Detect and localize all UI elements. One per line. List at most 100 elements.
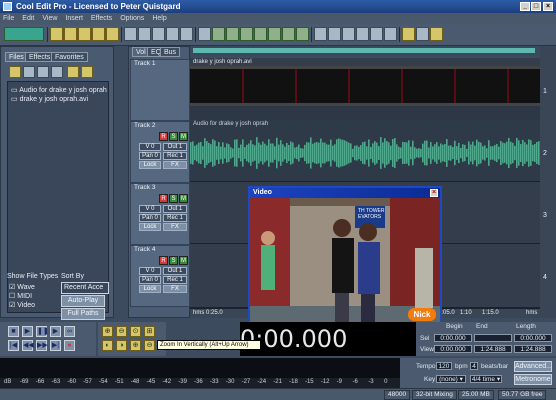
zoom-out-vertical-icon[interactable]: ⊖: [144, 340, 155, 351]
horizontal-scroll-thumb[interactable]: [193, 48, 535, 53]
zoom-right-icon[interactable]: ◑: [116, 340, 127, 351]
stop-icon[interactable]: ■: [8, 326, 19, 337]
zoom-out-horizontal-icon[interactable]: ⊖: [116, 326, 127, 337]
volume-field[interactable]: V 0: [139, 267, 161, 275]
menu-view[interactable]: View: [42, 13, 57, 24]
cue-icon[interactable]: [254, 27, 267, 41]
play-icon[interactable]: ▶: [22, 326, 33, 337]
mode-toggle-button[interactable]: [4, 27, 44, 41]
maximize-button[interactable]: □: [531, 2, 541, 11]
output-field[interactable]: Out 1: [163, 205, 187, 213]
fx-button[interactable]: FX: [163, 285, 187, 293]
go-to-end-icon[interactable]: ▶|: [50, 340, 61, 351]
track-head-4[interactable]: Track 4 R S M V 0 Out 1 Pan 0 Rec 1 Lock…: [130, 245, 190, 307]
group-icon[interactable]: [282, 27, 295, 41]
menu-file[interactable]: File: [3, 13, 14, 24]
time-select-icon[interactable]: [152, 27, 165, 41]
full-paths-button[interactable]: Full Paths: [61, 308, 105, 320]
type-video[interactable]: ☑ Video: [9, 301, 35, 309]
zoom-selection-icon[interactable]: ⊞: [144, 326, 155, 337]
record-icon[interactable]: ●: [64, 340, 75, 351]
volume-field[interactable]: V 0: [139, 205, 161, 213]
eq-icon[interactable]: [370, 27, 383, 41]
settings-icon[interactable]: [416, 27, 429, 41]
zoom-in-vertical-icon[interactable]: ⊕: [130, 340, 141, 351]
mute-button[interactable]: M: [179, 194, 188, 203]
split-icon[interactable]: [296, 27, 309, 41]
record-button[interactable]: R: [159, 256, 168, 265]
volume-field[interactable]: V 0: [139, 143, 161, 151]
edit-file-icon[interactable]: [37, 66, 49, 78]
view-end[interactable]: 1:24.888: [474, 345, 512, 353]
track-props-icon[interactable]: [342, 27, 355, 41]
pause-icon[interactable]: ❚❚: [36, 326, 49, 337]
lock-button[interactable]: Lock: [139, 161, 161, 169]
advanced-button[interactable]: Advanced...: [514, 361, 552, 372]
menu-help[interactable]: Help: [152, 13, 166, 24]
loop-icon[interactable]: [226, 27, 239, 41]
vertical-scrollbar[interactable]: 1 2 3 4: [540, 46, 556, 318]
pan-field[interactable]: Pan 0: [139, 152, 161, 160]
metronome-button[interactable]: Metronome: [514, 374, 552, 385]
save-all-icon[interactable]: [92, 27, 105, 41]
hybrid-tool-icon[interactable]: [166, 27, 179, 41]
list-item[interactable]: ▭ drake y josh oprah.avi: [11, 95, 88, 103]
edit-tool-icon[interactable]: [124, 27, 137, 41]
play-to-end-icon[interactable]: ▶: [50, 326, 61, 337]
record-input-field[interactable]: Rec 1: [163, 214, 187, 222]
snap-icon[interactable]: [212, 27, 225, 41]
type-midi[interactable]: ☐ MIDI: [9, 292, 32, 300]
tab-favorites[interactable]: Favorites: [51, 52, 88, 62]
track-head-3[interactable]: Track 3 R S M V 0 Out 1 Pan 0 Rec 1 Lock…: [130, 183, 190, 245]
solo-button[interactable]: S: [169, 194, 178, 203]
list-item[interactable]: ▭ Audio for drake y josh oprah: [11, 86, 107, 94]
pan-field[interactable]: Pan 0: [139, 276, 161, 284]
close-file-icon[interactable]: [23, 66, 35, 78]
pan-field[interactable]: Pan 0: [139, 214, 161, 222]
mute-button[interactable]: M: [179, 132, 188, 141]
track-lane-2[interactable]: Audio for drake y josh oprah: [190, 120, 540, 182]
tab-effects[interactable]: Effects: [25, 52, 55, 62]
fx-button[interactable]: FX: [163, 223, 187, 231]
envelope-icon[interactable]: [180, 27, 193, 41]
bounce-icon[interactable]: [328, 27, 341, 41]
auto-play-button[interactable]: Auto-Play: [61, 295, 105, 307]
metronome-icon[interactable]: [402, 27, 415, 41]
save-icon[interactable]: [78, 27, 91, 41]
beats-field[interactable]: 4: [470, 362, 478, 370]
wave-props-icon[interactable]: [356, 27, 369, 41]
rewind-icon[interactable]: ◀◀: [22, 340, 34, 351]
mix-icon[interactable]: [198, 27, 211, 41]
menu-insert[interactable]: Insert: [65, 13, 83, 24]
lock-button[interactable]: Lock: [139, 285, 161, 293]
track-lane-1[interactable]: drake y josh oprah.avi: [190, 58, 540, 120]
record-input-field[interactable]: Rec 1: [163, 152, 187, 160]
output-field[interactable]: Out 1: [163, 267, 187, 275]
menu-options[interactable]: Options: [120, 13, 144, 24]
new-icon[interactable]: [50, 27, 63, 41]
lock-button[interactable]: Lock: [139, 223, 161, 231]
import-icon[interactable]: [9, 66, 21, 78]
close-file-icon[interactable]: [106, 27, 119, 41]
track-head-1[interactable]: Track 1: [130, 59, 190, 121]
fast-forward-icon[interactable]: ▶▶: [36, 340, 48, 351]
help-icon[interactable]: [430, 27, 443, 41]
track-head-2[interactable]: Track 2 R S M V 0 Out 1 Pan 0 Rec 1 Lock…: [130, 121, 190, 183]
solo-button[interactable]: S: [169, 256, 178, 265]
record-input-field[interactable]: Rec 1: [163, 276, 187, 284]
close-button[interactable]: ×: [543, 2, 553, 11]
tempo-field[interactable]: 120: [436, 362, 452, 370]
record-button[interactable]: R: [159, 194, 168, 203]
play-file-icon[interactable]: [67, 66, 79, 78]
sel-end[interactable]: [474, 334, 512, 342]
help-icon[interactable]: [81, 66, 93, 78]
fx-button[interactable]: FX: [163, 161, 187, 169]
move-tool-icon[interactable]: [138, 27, 151, 41]
tab-bus[interactable]: Bus: [160, 47, 181, 57]
time-signature-select[interactable]: 4/4 time ▾: [470, 375, 502, 383]
type-wave[interactable]: ☑ Wave: [9, 283, 35, 291]
loop-icon[interactable]: ∞: [64, 326, 75, 337]
insert-icon[interactable]: [51, 66, 63, 78]
solo-button[interactable]: S: [169, 132, 178, 141]
mixdown-icon[interactable]: [314, 27, 327, 41]
